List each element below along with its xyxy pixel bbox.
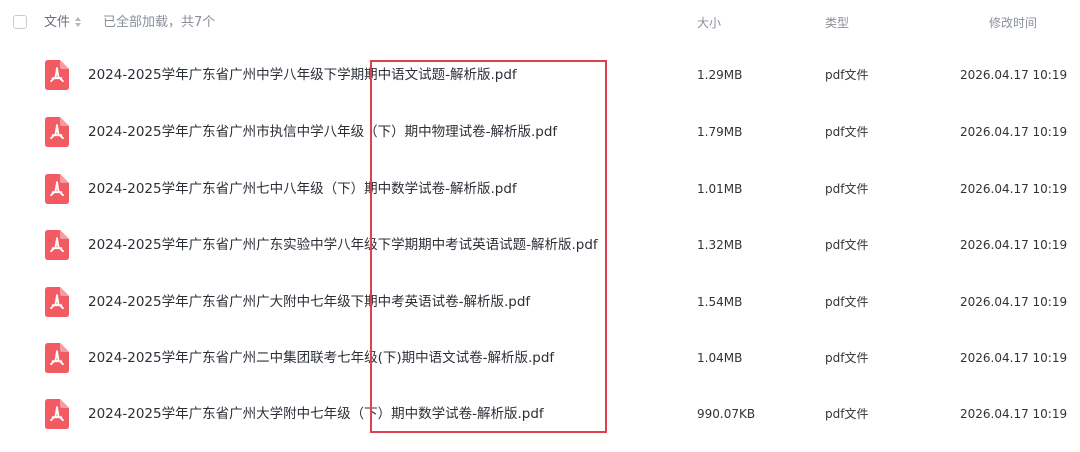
file-type: pdf文件 — [825, 407, 869, 421]
file-type: pdf文件 — [825, 68, 869, 82]
file-type: pdf文件 — [825, 182, 869, 196]
column-header-size[interactable]: 大小 — [697, 15, 721, 31]
file-name[interactable]: 2024-2025学年广东省广州市执信中学八年级（下）期中物理试卷-解析版.pd… — [88, 123, 557, 141]
file-modified-time: 2026.04.17 10:19 — [960, 238, 1068, 252]
file-row[interactable]: 2024-2025学年广东省广州广大附中七年级下期中考英语试卷-解析版.pdf … — [0, 275, 1080, 331]
file-row[interactable]: 2024-2025学年广东省广州大学附中七年级（下）期中数学试卷-解析版.pdf… — [0, 387, 1080, 443]
column-header-file[interactable]: 文件 — [44, 15, 70, 31]
select-all-checkbox[interactable] — [13, 15, 27, 29]
file-name[interactable]: 2024-2025学年广东省广州中学八年级下学期期中语文试题-解析版.pdf — [88, 66, 517, 84]
file-row[interactable]: 2024-2025学年广东省广州二中集团联考七年级(下)期中语文试卷-解析版.p… — [0, 331, 1080, 387]
file-list-header: 文件 已全部加载，共7个 大小 类型 修改时间 — [0, 0, 1080, 48]
load-status-text: 已全部加载，共7个 — [103, 15, 216, 30]
file-name[interactable]: 2024-2025学年广东省广州广大附中七年级下期中考英语试卷-解析版.pdf — [88, 293, 530, 311]
pdf-file-icon — [45, 399, 69, 429]
file-size: 1.79MB — [697, 125, 743, 139]
sort-caret-icon[interactable] — [75, 17, 81, 27]
file-size: 1.01MB — [697, 182, 743, 196]
file-size: 990.07KB — [697, 407, 756, 421]
file-name[interactable]: 2024-2025学年广东省广州广东实验中学八年级下学期期中考试英语试题-解析版… — [88, 236, 598, 254]
file-name[interactable]: 2024-2025学年广东省广州七中八年级（下）期中数学试卷-解析版.pdf — [88, 180, 517, 198]
file-modified-time: 2026.04.17 10:19 — [960, 407, 1068, 421]
file-row[interactable]: 2024-2025学年广东省广州七中八年级（下）期中数学试卷-解析版.pdf 1… — [0, 162, 1080, 218]
pdf-file-icon — [45, 343, 69, 373]
column-header-type[interactable]: 类型 — [825, 15, 849, 31]
column-header-modified[interactable]: 修改时间 — [989, 15, 1037, 31]
file-type: pdf文件 — [825, 238, 869, 252]
file-modified-time: 2026.04.17 10:19 — [960, 182, 1068, 196]
file-type: pdf文件 — [825, 351, 869, 365]
file-modified-time: 2026.04.17 10:19 — [960, 295, 1068, 309]
file-size: 1.04MB — [697, 351, 743, 365]
file-modified-time: 2026.04.17 10:19 — [960, 68, 1068, 82]
pdf-file-icon — [45, 60, 69, 90]
file-type: pdf文件 — [825, 125, 869, 139]
pdf-file-icon — [45, 230, 69, 260]
file-modified-time: 2026.04.17 10:19 — [960, 351, 1068, 365]
pdf-file-icon — [45, 174, 69, 204]
pdf-file-icon — [45, 287, 69, 317]
file-name[interactable]: 2024-2025学年广东省广州大学附中七年级（下）期中数学试卷-解析版.pdf — [88, 405, 544, 423]
file-size: 1.54MB — [697, 295, 743, 309]
file-row[interactable]: 2024-2025学年广东省广州中学八年级下学期期中语文试题-解析版.pdf 1… — [0, 48, 1080, 104]
file-name[interactable]: 2024-2025学年广东省广州二中集团联考七年级(下)期中语文试卷-解析版.p… — [88, 349, 554, 367]
file-size: 1.29MB — [697, 68, 743, 82]
file-row[interactable]: 2024-2025学年广东省广州广东实验中学八年级下学期期中考试英语试题-解析版… — [0, 218, 1080, 274]
file-row[interactable]: 2024-2025学年广东省广州市执信中学八年级（下）期中物理试卷-解析版.pd… — [0, 105, 1080, 161]
file-type: pdf文件 — [825, 295, 869, 309]
file-modified-time: 2026.04.17 10:19 — [960, 125, 1068, 139]
file-size: 1.32MB — [697, 238, 743, 252]
pdf-file-icon — [45, 117, 69, 147]
